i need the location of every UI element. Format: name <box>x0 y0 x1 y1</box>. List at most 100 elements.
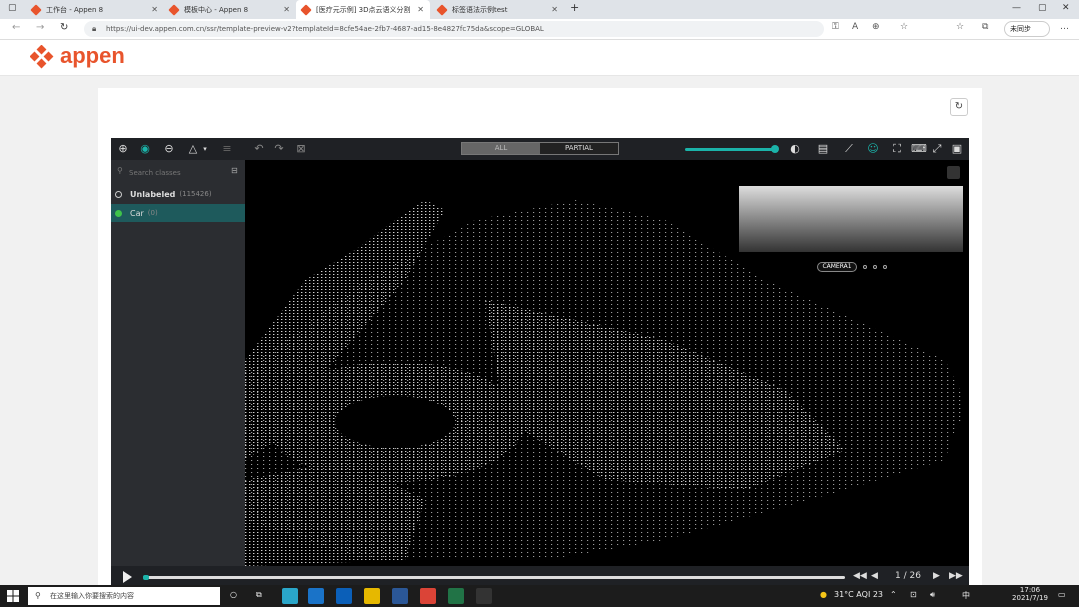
class-label: Car <box>130 208 144 218</box>
windows-taskbar: ⚲ 在这里输入你要搜索的内容 ○ ⧉ ● 31°C AQI 23 ⌃ ⊡ 🔊︎ … <box>0 585 1079 607</box>
fit-view-icon[interactable]: ⛶ <box>891 143 903 155</box>
notifications-icon[interactable]: ▭ <box>1058 590 1066 599</box>
list-icon[interactable]: ≡ <box>221 143 233 155</box>
maximize-icon[interactable]: ▢ <box>1038 3 1047 13</box>
close-icon[interactable]: ✕ <box>151 5 158 14</box>
class-row-unlabeled[interactable]: Unlabeled (115426) <box>111 185 245 203</box>
browser-tab-workbench[interactable]: 工作台 - Appen 8 ✕ <box>26 0 164 19</box>
camera-dot-2[interactable] <box>863 265 867 269</box>
tab-actions-icon[interactable]: ▢ <box>8 3 17 13</box>
reload-icon[interactable]: ↻ <box>60 22 68 33</box>
refresh-icon: ↻ <box>954 101 964 112</box>
file-explorer-icon[interactable] <box>364 588 380 604</box>
appen-favicon-icon <box>30 3 42 16</box>
more-icon[interactable]: … <box>1060 22 1069 32</box>
range-toggle[interactable]: ALL PARTIAL <box>461 142 619 155</box>
clock-time: 17:06 <box>1019 586 1041 594</box>
terminal-icon[interactable] <box>476 588 492 604</box>
favorite-icon[interactable]: ☆ <box>900 22 908 32</box>
address-bar-row: ← → ↻ 🔒︎ https://ui-dev.appen.com.cn/ssr… <box>0 19 1079 40</box>
task-view-icon[interactable]: ⧉ <box>256 590 262 600</box>
chevron-down-icon[interactable]: ▾ <box>199 143 211 155</box>
frame-counter: 1 / 26 <box>895 571 921 581</box>
layers-icon[interactable] <box>947 166 960 179</box>
tab-icon[interactable]: ⧉ <box>982 22 988 32</box>
class-search-placeholder: Search classes <box>129 169 181 177</box>
palette-icon[interactable]: ◐ <box>789 143 801 155</box>
extensions-icon[interactable]: ⊕ <box>872 22 880 32</box>
filter-icon[interactable]: ⊟ <box>231 166 238 175</box>
back-icon[interactable]: ← <box>12 22 20 33</box>
app-header: appen <box>0 40 1079 76</box>
minimize-icon[interactable]: — <box>1012 3 1021 13</box>
search-icon: ⚲ <box>35 591 41 600</box>
person-icon[interactable]: ☺ <box>867 143 879 155</box>
play-icon[interactable] <box>123 571 132 583</box>
tray-overflow-icon[interactable]: ⌃ <box>890 590 897 599</box>
edge-icon[interactable] <box>308 588 324 604</box>
crop-icon[interactable]: ⊠ <box>295 143 307 155</box>
point-cloud-viewport[interactable]: CAMERA1 <box>245 160 969 566</box>
toggle-partial[interactable]: PARTIAL <box>540 143 618 154</box>
key-icon[interactable]: ⚿ <box>832 22 839 32</box>
frame-progress-track[interactable] <box>143 576 845 579</box>
url-field[interactable]: 🔒︎ https://ui-dev.appen.com.cn/ssr/templ… <box>84 21 824 37</box>
browser-tab-test[interactable]: 标签语法示例test ✕ <box>432 0 564 19</box>
browser-tab-strip: ▢ 工作台 - Appen 8 ✕ 模板中心 - Appen 8 ✕ [医疗元示… <box>0 0 1079 19</box>
redo-icon[interactable]: ↷ <box>273 143 285 155</box>
last-frame-icon[interactable]: ▶▶ <box>949 571 963 581</box>
class-color-dot <box>115 209 122 217</box>
weather-icon: ● <box>820 590 827 599</box>
volume-icon[interactable]: 🔊︎ <box>930 590 935 600</box>
refresh-button[interactable]: ↻ <box>950 98 968 116</box>
save-icon[interactable]: ▣ <box>951 143 963 155</box>
fullscreen-icon[interactable]: ⤢ <box>931 143 943 155</box>
keyboard-icon[interactable]: ⌨ <box>911 143 927 155</box>
camera-dot-3[interactable] <box>873 265 877 269</box>
close-icon[interactable]: ✕ <box>417 5 424 14</box>
toggle-all[interactable]: ALL <box>462 143 540 154</box>
appen-favicon-icon <box>300 3 312 16</box>
collections-icon[interactable]: ☆ <box>956 22 964 32</box>
chrome-icon[interactable] <box>420 588 436 604</box>
read-aloud-icon[interactable]: A <box>852 22 858 32</box>
point-size-slider-track[interactable] <box>685 148 775 151</box>
browser-tab-pointcloud[interactable]: [医疗元示例] 3D点云语义分割 ✕ <box>296 0 430 19</box>
polygon-tool-icon[interactable]: △ <box>187 143 199 155</box>
class-search-input[interactable]: Search classes <box>115 166 241 180</box>
camera-selector[interactable]: CAMERA1 <box>817 262 857 272</box>
network-icon[interactable]: ⊡ <box>910 590 917 599</box>
first-frame-icon[interactable]: ◀◀ <box>853 571 867 581</box>
browser-tab-templates[interactable]: 模板中心 - Appen 8 ✕ <box>164 0 296 19</box>
brush-tool-icon[interactable]: ◉ <box>139 143 151 155</box>
clock-date: 2021/7/19 <box>1012 594 1048 602</box>
prev-frame-icon[interactable]: ◀ <box>871 571 878 581</box>
undo-icon[interactable]: ↶ <box>253 143 265 155</box>
point-size-slider-knob[interactable] <box>771 145 779 153</box>
excel-icon[interactable] <box>448 588 464 604</box>
close-icon[interactable]: ✕ <box>283 5 290 14</box>
close-icon[interactable]: ✕ <box>551 5 558 14</box>
clock[interactable]: 17:06 2021/7/19 <box>1010 586 1050 602</box>
weather-text[interactable]: 31°C AQI 23 <box>834 590 883 599</box>
word-icon[interactable] <box>392 588 408 604</box>
remove-tool-icon[interactable]: ⊖ <box>163 143 175 155</box>
next-frame-icon[interactable]: ▶ <box>933 571 940 581</box>
profile-sync-button[interactable]: 未同步 <box>1004 21 1050 37</box>
windows-start-icon[interactable] <box>7 590 19 602</box>
class-row-car[interactable]: Car (0) <box>111 204 245 222</box>
forward-icon[interactable]: → <box>36 22 44 33</box>
ime-indicator[interactable]: 中 <box>962 590 970 601</box>
layout-icon[interactable]: ▤ <box>817 143 829 155</box>
new-tab-button[interactable]: + <box>570 1 579 14</box>
taskbar-search-input[interactable]: ⚲ 在这里输入你要搜索的内容 <box>28 587 220 605</box>
class-color-dot <box>115 190 122 198</box>
ruler-icon[interactable]: ⟋ <box>843 143 855 155</box>
camera-dot-4[interactable] <box>883 265 887 269</box>
close-window-icon[interactable]: ✕ <box>1062 3 1070 13</box>
camera-image-preview[interactable] <box>739 186 963 252</box>
outlook-icon[interactable] <box>336 588 352 604</box>
add-tool-icon[interactable]: ⊕ <box>117 143 129 155</box>
app-l-icon[interactable] <box>282 588 298 604</box>
cortana-icon[interactable]: ○ <box>230 590 237 599</box>
